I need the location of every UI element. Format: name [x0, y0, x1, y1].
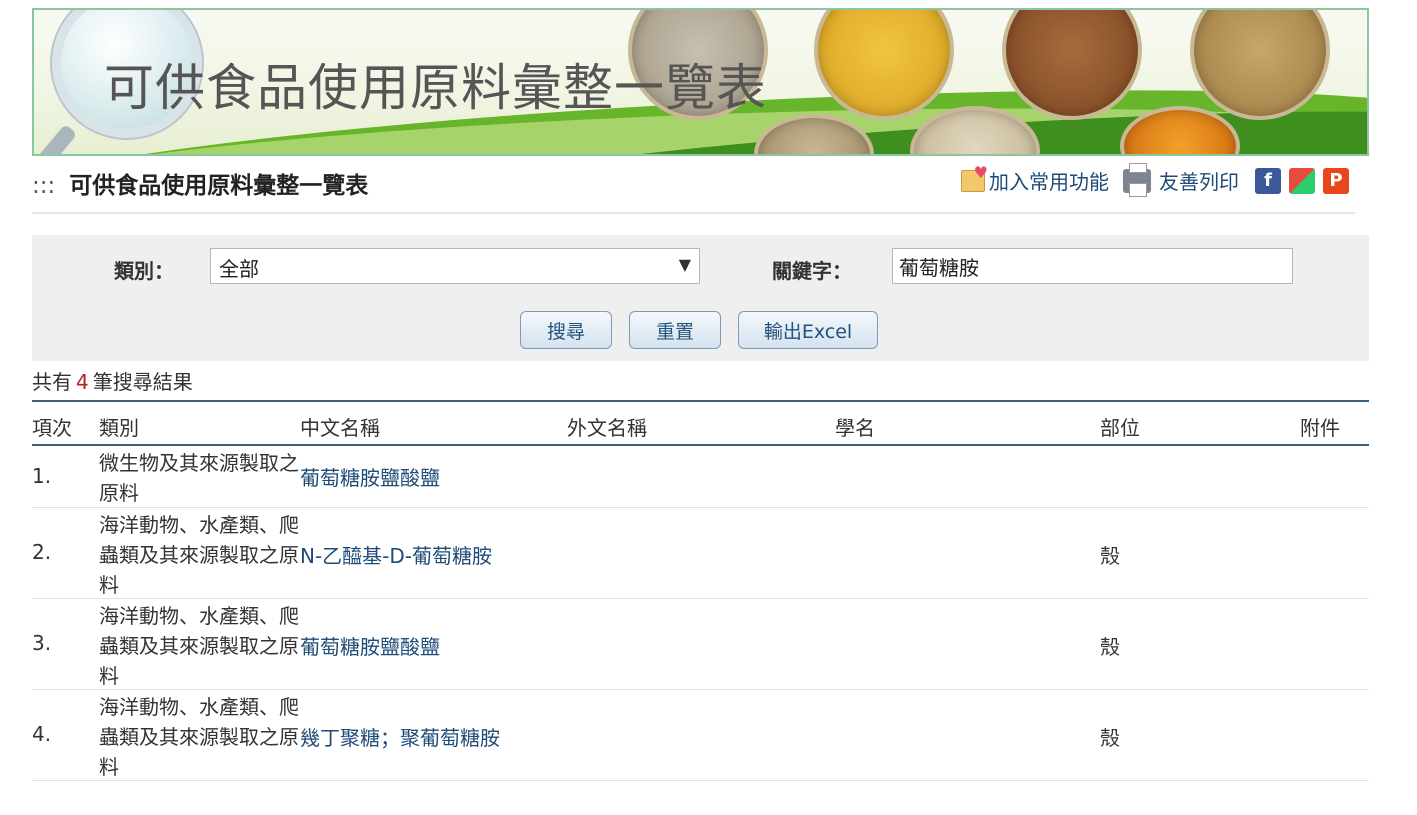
table-header: 項次 類別 中文名稱 外文名稱 學名 部位 附件	[32, 400, 1369, 446]
dropdown-arrow-icon: ▼	[678, 255, 691, 274]
printer-icon	[1123, 162, 1151, 197]
add-favorite-label: 加入常用功能	[989, 170, 1109, 194]
reset-button[interactable]: 重置	[629, 311, 721, 349]
row-name-link[interactable]: 葡萄糖胺鹽酸鹽	[300, 462, 440, 491]
page-title-text: 可供食品使用原料彙整一覽表	[69, 173, 369, 199]
row-name-link[interactable]: 幾丁聚糖；聚葡萄糖胺	[300, 722, 500, 751]
keyword-label: 關鍵字：	[772, 259, 852, 283]
accesskey-marker[interactable]: :::	[32, 173, 55, 199]
magnifier-icon	[34, 123, 78, 154]
print-button[interactable]: 友善列印	[1123, 162, 1239, 197]
row-category: 微生物及其來源製取之原料	[99, 451, 299, 505]
keyword-input[interactable]	[892, 248, 1293, 284]
table-row: 1. 微生物及其來源製取之原料 葡萄糖胺鹽酸鹽	[32, 446, 1369, 508]
result-count-number: 4	[76, 370, 89, 394]
facebook-icon[interactable]: f	[1255, 167, 1281, 194]
table-row: 4. 海洋動物、水產類、爬蟲類及其來源製取之原料 幾丁聚糖；聚葡萄糖胺 殼	[32, 690, 1369, 781]
header-index: 項次	[32, 416, 72, 440]
result-count: 共有 4 筆搜尋結果	[32, 366, 193, 395]
row-part: 殼	[1100, 726, 1120, 750]
table-row: 3. 海洋動物、水產類、爬蟲類及其來源製取之原料 葡萄糖胺鹽酸鹽 殼	[32, 599, 1369, 690]
header-chinese-name: 中文名稱	[300, 416, 380, 440]
google-bookmark-icon[interactable]	[1289, 167, 1315, 194]
result-count-prefix: 共有	[32, 370, 72, 394]
header-foreign-name: 外文名稱	[567, 416, 647, 440]
table-row: 2. 海洋動物、水產類、爬蟲類及其來源製取之原料 N-乙醯基-D-葡萄糖胺 殼	[32, 508, 1369, 599]
page-title: ::: 可供食品使用原料彙整一覽表	[32, 166, 368, 200]
toolbar: 加入常用功能 友善列印 f P	[947, 162, 1349, 197]
row-part: 殼	[1100, 544, 1120, 568]
plurk-icon[interactable]: P	[1323, 167, 1349, 194]
row-index: 2.	[32, 540, 52, 564]
result-count-suffix: 筆搜尋結果	[92, 370, 193, 394]
header-scientific-name: 學名	[835, 416, 875, 440]
search-panel: 類別： 全部 ▼ 關鍵字： 搜尋 重置 輸出Excel	[32, 235, 1369, 361]
header-category: 類別	[99, 416, 139, 440]
category-select[interactable]: 全部 ▼	[210, 248, 700, 284]
category-label: 類別：	[114, 259, 174, 283]
header-part: 部位	[1100, 416, 1140, 440]
row-name-link[interactable]: 葡萄糖胺鹽酸鹽	[300, 631, 440, 660]
export-excel-button[interactable]: 輸出Excel	[738, 311, 878, 349]
header-attachment: 附件	[1300, 416, 1340, 440]
add-favorite-button[interactable]: 加入常用功能	[961, 163, 1109, 195]
search-button[interactable]: 搜尋	[520, 311, 612, 349]
category-selected-value: 全部	[219, 257, 259, 281]
row-name-link[interactable]: N-乙醯基-D-葡萄糖胺	[300, 540, 492, 569]
banner-title: 可供食品使用原料彙整一覽表	[104, 59, 767, 117]
row-index: 3.	[32, 631, 52, 655]
banner: 可供食品使用原料彙整一覽表	[32, 8, 1369, 156]
row-category: 海洋動物、水產類、爬蟲類及其來源製取之原料	[99, 604, 299, 688]
favorite-folder-icon	[961, 163, 988, 192]
results-table: 項次 類別 中文名稱 外文名稱 學名 部位 附件 1. 微生物及其來源製取之原料…	[32, 400, 1369, 781]
row-category: 海洋動物、水產類、爬蟲類及其來源製取之原料	[99, 513, 299, 597]
row-part: 殼	[1100, 635, 1120, 659]
row-index: 4.	[32, 722, 52, 746]
row-category: 海洋動物、水產類、爬蟲類及其來源製取之原料	[99, 695, 299, 779]
print-label: 友善列印	[1159, 170, 1239, 194]
row-index: 1.	[32, 464, 52, 488]
page-header: :::可供食品使用原料彙整一覽表 加入常用功能 友善列印 f P	[32, 162, 1355, 214]
